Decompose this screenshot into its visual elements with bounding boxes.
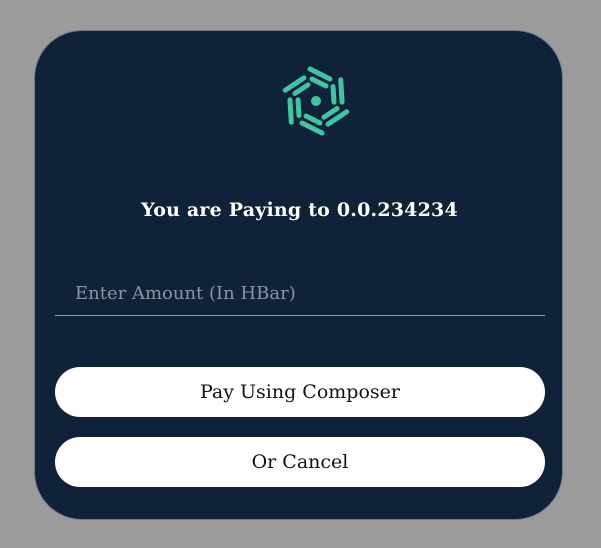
amount-input[interactable] bbox=[55, 271, 545, 316]
hexagon-swirl-icon bbox=[282, 66, 350, 136]
cancel-button[interactable]: Or Cancel bbox=[55, 437, 545, 487]
payment-modal: You are Paying to 0.0.234234 Pay Using C… bbox=[34, 30, 563, 520]
payment-title: You are Paying to 0.0.234234 bbox=[141, 199, 458, 221]
logo-icon bbox=[280, 63, 352, 139]
pay-using-composer-button[interactable]: Pay Using Composer bbox=[55, 367, 545, 417]
